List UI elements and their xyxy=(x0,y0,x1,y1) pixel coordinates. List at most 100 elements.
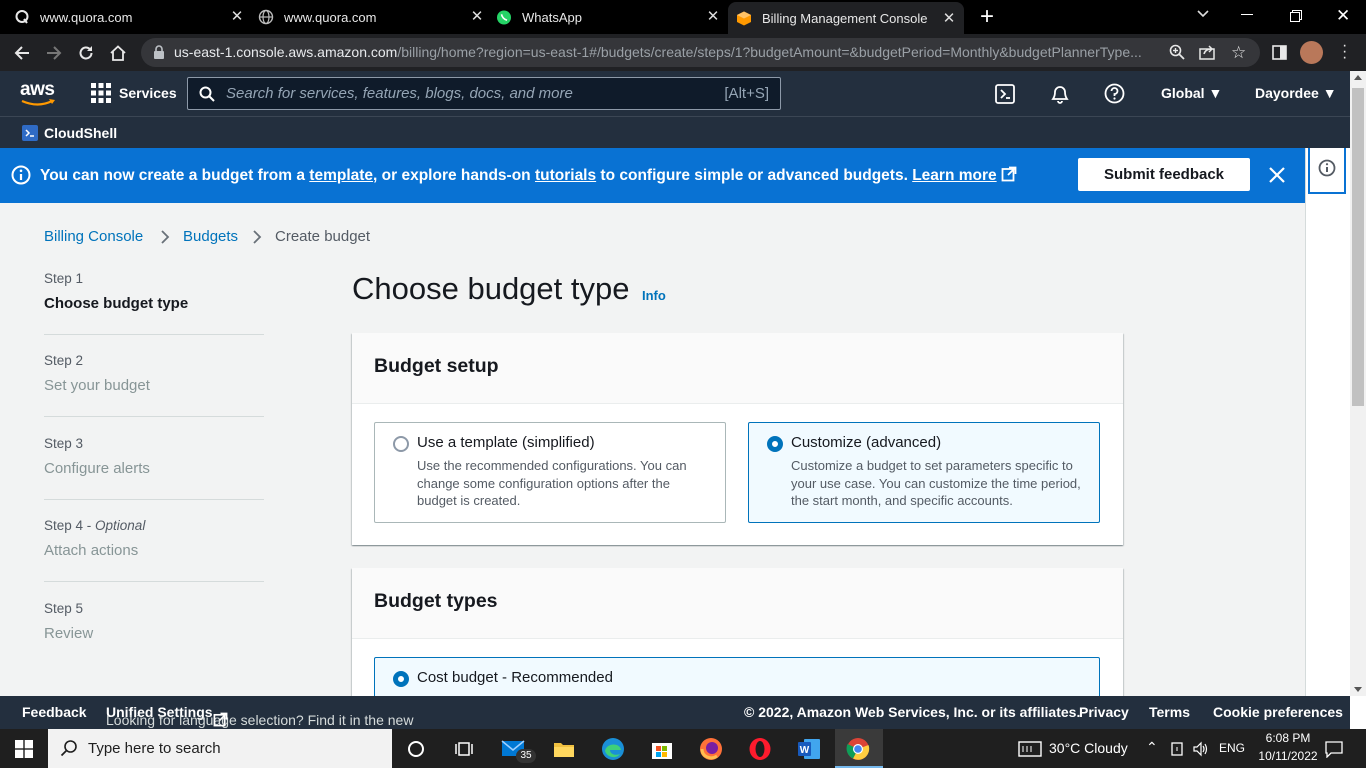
info-icon xyxy=(1318,159,1336,182)
task-view-icon[interactable] xyxy=(450,735,478,763)
network-icon[interactable] xyxy=(1170,741,1184,762)
close-icon[interactable] xyxy=(1268,166,1286,189)
region-selector[interactable]: Global ▼ xyxy=(1161,85,1222,101)
share-icon[interactable] xyxy=(1199,44,1216,65)
info-link[interactable]: Info xyxy=(642,288,666,303)
learn-more-link[interactable]: Learn more xyxy=(912,167,996,184)
scrollbar-thumb[interactable] xyxy=(1352,88,1364,406)
cortana-icon[interactable] xyxy=(402,735,430,763)
account-name: Dayordee xyxy=(1255,85,1319,101)
weather-text[interactable]: 30°C Cloudy xyxy=(1049,740,1128,756)
budget-setup-container: Budget setup Use a template (simplified)… xyxy=(352,333,1123,545)
tab-quora-1[interactable]: www.quora.com ✕ xyxy=(14,0,246,34)
notifications-bell-icon[interactable] xyxy=(1049,83,1071,110)
weather-icon xyxy=(1018,741,1042,762)
reload-icon[interactable] xyxy=(73,40,99,66)
help-icon[interactable] xyxy=(1104,83,1125,109)
mail-icon[interactable]: 35 xyxy=(500,735,536,763)
breadcrumb-billing-console[interactable]: Billing Console xyxy=(44,228,143,245)
close-tab-icon[interactable]: ✕ xyxy=(228,8,246,26)
back-icon[interactable] xyxy=(9,40,35,66)
customize-option-tile[interactable]: Customize (advanced) Customize a budget … xyxy=(748,422,1100,523)
clock-date[interactable]: 10/11/2022 xyxy=(1253,749,1323,763)
budget-types-header: Budget types xyxy=(352,568,1123,639)
windows-start-icon[interactable] xyxy=(10,735,38,763)
info-circle-icon xyxy=(11,165,31,190)
globe-icon xyxy=(258,9,274,25)
step-1-label: Step 1 xyxy=(44,271,84,286)
cloudshell-favorite[interactable]: CloudShell xyxy=(44,125,117,141)
file-explorer-icon[interactable] xyxy=(550,735,578,763)
aws-top-nav: aws Services Search for services, featur… xyxy=(0,71,1350,148)
footer-feedback-link[interactable]: Feedback xyxy=(22,704,87,720)
notification-center-icon[interactable] xyxy=(1325,740,1343,763)
close-tab-icon[interactable]: ✕ xyxy=(940,10,958,28)
scroll-down-icon[interactable] xyxy=(1354,687,1362,692)
tab-whatsapp[interactable]: WhatsApp ✕ xyxy=(496,0,722,34)
firefox-icon[interactable] xyxy=(697,735,725,763)
aws-logo[interactable]: aws xyxy=(20,79,55,106)
template-link[interactable]: template xyxy=(309,167,373,184)
cost-budget-radio[interactable] xyxy=(393,671,409,687)
footer-terms-link[interactable]: Terms xyxy=(1149,704,1190,720)
customize-option-title: Customize (advanced) xyxy=(791,434,942,451)
tab-billing-console[interactable]: Billing Management Console ✕ xyxy=(728,2,964,34)
bookmark-star-icon[interactable]: ☆ xyxy=(1231,43,1246,63)
services-menu[interactable]: Services xyxy=(119,85,177,101)
close-tab-icon[interactable]: ✕ xyxy=(704,8,722,26)
chrome-taskbar-button[interactable] xyxy=(835,729,883,768)
address-bar[interactable]: us-east-1.console.aws.amazon.com/billing… xyxy=(141,38,1260,67)
close-tab-icon[interactable]: ✕ xyxy=(468,8,486,26)
tray-chevron-up-icon[interactable]: ⌃ xyxy=(1146,739,1158,756)
edge-icon[interactable] xyxy=(599,735,627,763)
close-window-icon[interactable]: ✕ xyxy=(1336,6,1350,26)
submit-feedback-button[interactable]: Submit feedback xyxy=(1078,158,1250,191)
new-tab-icon[interactable]: + xyxy=(976,4,998,30)
customize-radio[interactable] xyxy=(767,436,783,452)
microsoft-store-icon[interactable] xyxy=(648,735,676,763)
aws-search-input[interactable]: Search for services, features, blogs, do… xyxy=(187,77,781,110)
aws-logo-text: aws xyxy=(20,79,55,100)
template-option-tile[interactable]: Use a template (simplified) Use the reco… xyxy=(374,422,726,523)
main-content: Billing Console Budgets Create budget St… xyxy=(0,203,1305,717)
volume-icon[interactable] xyxy=(1193,741,1209,762)
zoom-icon[interactable] xyxy=(1169,44,1185,65)
chevron-down-icon[interactable] xyxy=(1196,6,1214,26)
aws-cube-icon xyxy=(736,10,752,26)
forward-icon[interactable] xyxy=(41,40,67,66)
footer-language-text: Looking for language selection? Find it … xyxy=(106,704,414,728)
footer-cookie-preferences-link[interactable]: Cookie preferences xyxy=(1213,704,1343,720)
tab-quora-2[interactable]: www.quora.com ✕ xyxy=(258,0,486,34)
minimize-icon[interactable] xyxy=(1241,14,1253,15)
taskbar-search-placeholder: Type here to search xyxy=(88,740,221,757)
side-panel-icon[interactable] xyxy=(1272,45,1287,65)
vertical-scrollbar[interactable] xyxy=(1350,71,1366,696)
language-indicator[interactable]: ENG xyxy=(1219,741,1245,755)
tutorials-link[interactable]: tutorials xyxy=(535,167,596,184)
clock-time[interactable]: 6:08 PM xyxy=(1260,731,1316,745)
tools-info-button[interactable] xyxy=(1308,148,1346,194)
chevron-right-icon xyxy=(160,230,170,249)
word-icon[interactable]: W xyxy=(795,735,823,763)
home-icon[interactable] xyxy=(105,40,131,66)
breadcrumb-budgets[interactable]: Budgets xyxy=(183,228,238,245)
browser-tab-strip: www.quora.com ✕ www.quora.com ✕ WhatsApp… xyxy=(0,0,1366,34)
footer-privacy-link[interactable]: Privacy xyxy=(1079,704,1129,720)
search-placeholder: Search for services, features, blogs, do… xyxy=(226,85,573,102)
taskbar-search-input[interactable]: Type here to search xyxy=(48,729,392,768)
template-radio[interactable] xyxy=(393,436,409,452)
menu-icon[interactable]: · · · xyxy=(1342,38,1347,66)
restore-icon[interactable] xyxy=(1290,9,1302,22)
external-link-icon xyxy=(1001,166,1017,184)
profile-avatar[interactable] xyxy=(1300,41,1323,64)
services-grid-icon[interactable] xyxy=(91,83,111,103)
quora-icon xyxy=(14,9,30,25)
mail-badge: 35 xyxy=(516,749,536,763)
cloudshell-favorite-icon xyxy=(22,125,38,141)
search-icon xyxy=(199,86,215,107)
scroll-up-icon[interactable] xyxy=(1354,75,1362,80)
account-menu[interactable]: Dayordee ▼ xyxy=(1255,85,1337,101)
cloudshell-icon[interactable] xyxy=(995,84,1015,109)
opera-icon[interactable] xyxy=(746,735,774,763)
step-3-name: Configure alerts xyxy=(44,460,150,477)
